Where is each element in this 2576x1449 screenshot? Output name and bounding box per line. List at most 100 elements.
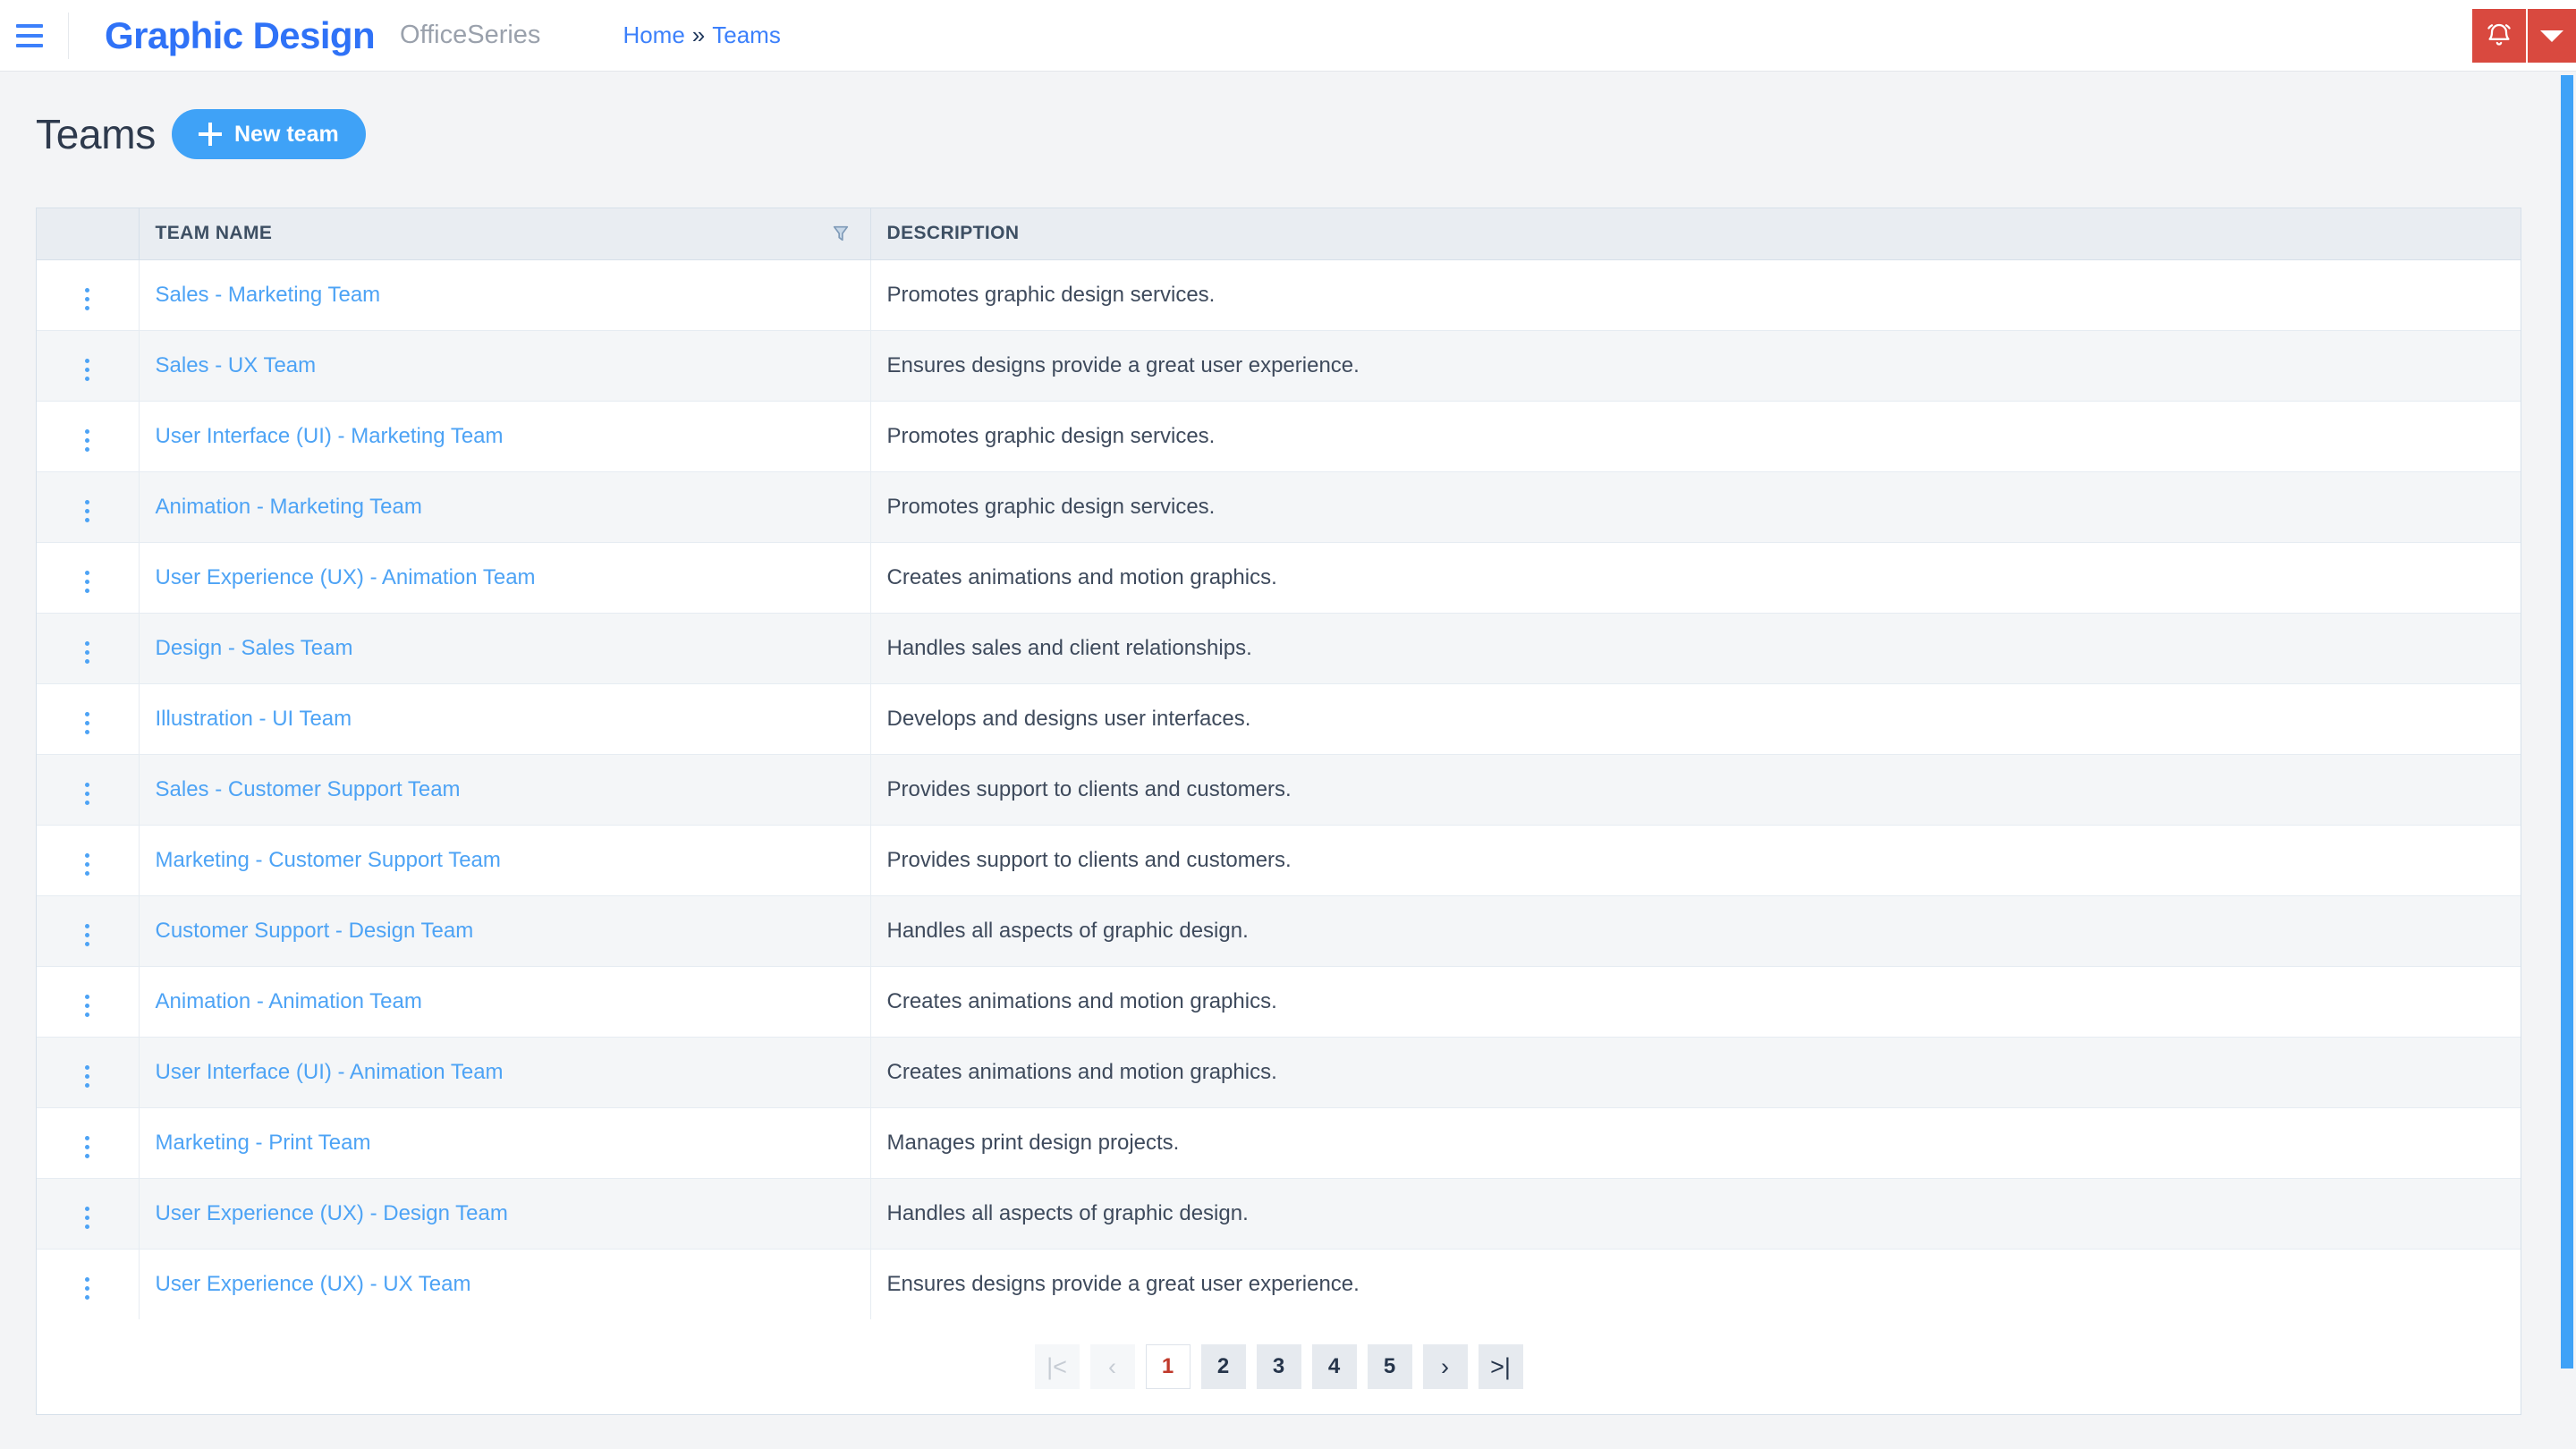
team-name-link[interactable]: Animation - Animation Team — [156, 989, 422, 1013]
row-actions-cell — [37, 1107, 140, 1179]
team-description-cell: Provides support to clients and customer… — [870, 825, 2521, 896]
table-row: User Interface (UI) - Marketing Team Prom… — [37, 401, 2521, 472]
kebab-menu-icon[interactable] — [72, 777, 102, 810]
kebab-menu-icon[interactable] — [72, 1131, 102, 1164]
row-actions-cell — [37, 1037, 140, 1108]
kebab-menu-icon[interactable] — [72, 989, 102, 1022]
kebab-menu-icon[interactable] — [72, 283, 102, 316]
row-actions-cell — [37, 1178, 140, 1250]
table-header-row: TEAM NAME DESCRIPTION — [37, 208, 2521, 260]
kebab-menu-icon[interactable] — [72, 1201, 102, 1234]
team-name-link[interactable]: Marketing - Customer Support Team — [156, 848, 501, 872]
team-name-cell: User Interface (UI) - Marketing Team — [139, 401, 871, 472]
kebab-menu-icon[interactable] — [72, 565, 102, 598]
team-description-cell: Ensures designs provide a great user exp… — [886, 1271, 1360, 1296]
team-name-link[interactable]: User Experience (UX) - Animation Team — [156, 565, 536, 589]
pagination-first-button[interactable]: |< — [1034, 1344, 1080, 1389]
row-actions-cell — [37, 613, 140, 684]
team-name-cell: User Interface (UI) - Animation Team — [139, 1037, 871, 1108]
row-actions-cell — [37, 683, 140, 755]
kebab-menu-icon[interactable] — [72, 424, 102, 457]
team-name-cell: Marketing - Print Team — [139, 1107, 871, 1179]
team-name-cell: User Experience (UX) - Animation Team — [139, 542, 871, 614]
kebab-menu-icon[interactable] — [72, 707, 102, 740]
top-navigation-bar: Graphic Design OfficeSeries Home » Teams — [0, 0, 2576, 72]
row-actions-cell — [37, 330, 140, 402]
team-name-link[interactable]: Customer Support - Design Team — [156, 919, 474, 943]
notification-dropdown-button[interactable] — [2526, 9, 2576, 63]
team-name-link[interactable]: User Interface (UI) - Marketing Team — [156, 424, 504, 448]
team-name-link[interactable]: Design - Sales Team — [156, 636, 353, 660]
table-row: Design - Sales Team Handles sales and cli… — [37, 613, 2521, 684]
team-name-link[interactable]: User Experience (UX) - Design Team — [156, 1201, 508, 1225]
hamburger-menu-icon[interactable] — [0, 0, 59, 72]
row-actions-cell — [37, 966, 140, 1038]
filter-icon[interactable] — [827, 220, 854, 247]
pagination-page-1[interactable]: 1 — [1145, 1344, 1191, 1389]
chevron-down-icon — [2540, 30, 2563, 42]
breadcrumb-link-teams[interactable]: Teams — [712, 21, 781, 49]
pagination-page-2[interactable]: 2 — [1200, 1344, 1246, 1389]
brand-title: Graphic Design — [105, 13, 376, 56]
team-description-cell: Handles all aspects of graphic design. — [870, 1178, 2521, 1250]
new-team-button-label: New team — [234, 121, 339, 147]
team-name-link[interactable]: Animation - Marketing Team — [156, 495, 422, 519]
new-team-button[interactable]: New team — [172, 109, 366, 159]
topbar-divider — [68, 12, 69, 59]
team-name-link[interactable]: Sales - UX Team — [156, 353, 317, 377]
kebab-menu-icon[interactable] — [72, 495, 102, 528]
breadcrumb-link-home[interactable]: Home — [623, 21, 684, 49]
team-description-cell: Develops and designs user interfaces. — [870, 683, 2521, 755]
pagination-last-button[interactable]: >| — [1478, 1344, 1523, 1389]
table-row: Sales - Marketing Team Promotes graphic d… — [37, 259, 2521, 331]
kebab-menu-icon[interactable] — [72, 636, 102, 669]
table-row: Sales - UX Team Ensures designs provide a… — [37, 330, 2521, 402]
kebab-menu-icon[interactable] — [72, 848, 102, 881]
breadcrumb-separator: » — [691, 21, 706, 48]
team-name-cell: Animation - Marketing Team — [139, 471, 871, 543]
hamburger-bar — [16, 43, 43, 47]
row-actions-cell — [37, 401, 140, 472]
table-body: Sales - Marketing Team Promotes graphic d… — [37, 259, 2521, 1319]
row-actions-cell — [37, 471, 140, 543]
row-actions-cell — [37, 754, 140, 826]
team-name-cell: User Experience (UX) - Design Team — [139, 1178, 871, 1250]
team-name-link[interactable]: Sales - Customer Support Team — [156, 777, 461, 801]
pagination-prev-button[interactable]: ‹ — [1089, 1344, 1135, 1389]
table-row: Marketing - Print Team Manages print desi… — [37, 1107, 2521, 1179]
table-row: User Experience (UX) - UX Team Ensures de… — [37, 1249, 2521, 1319]
team-name-link[interactable]: Illustration - UI Team — [156, 707, 352, 731]
kebab-menu-icon[interactable] — [72, 1060, 102, 1093]
table-row: Sales - Customer Support Team Provides su… — [37, 754, 2521, 826]
team-name-link[interactable]: Marketing - Print Team — [156, 1131, 371, 1155]
team-description-cell: Creates animations and motion graphics. — [870, 966, 2521, 1038]
page-scrollbar-thumb[interactable] — [2561, 75, 2573, 1368]
team-name-cell: Illustration - UI Team — [139, 683, 871, 755]
pagination-page-5[interactable]: 5 — [1367, 1344, 1412, 1389]
pagination-page-3[interactable]: 3 — [1256, 1344, 1301, 1389]
table-row: Animation - Animation Team Creates animat… — [37, 966, 2521, 1038]
hamburger-bar — [16, 23, 43, 28]
column-header-description: DESCRIPTION — [870, 208, 2521, 260]
row-actions-cell — [37, 259, 140, 331]
kebab-menu-icon[interactable] — [72, 1272, 102, 1305]
kebab-menu-icon[interactable] — [72, 919, 102, 952]
team-name-cell: Sales - Marketing Team — [139, 259, 871, 331]
team-name-link[interactable]: User Interface (UI) - Animation Team — [156, 1060, 504, 1084]
kebab-menu-icon[interactable] — [72, 353, 102, 386]
table-row: User Experience (UX) - Design Team Handle… — [37, 1178, 2521, 1250]
team-name-link[interactable]: User Experience (UX) - UX Team — [156, 1272, 471, 1296]
page-content: Teams New team TEAM NAME DESCRIPTION Sal… — [0, 72, 2576, 1449]
team-description-cell: Creates animations and motion graphics. — [870, 542, 2521, 614]
pagination-next-button[interactable]: › — [1422, 1344, 1468, 1389]
team-name-link[interactable]: Sales - Marketing Team — [156, 283, 381, 307]
team-description-cell: Promotes graphic design services. — [870, 401, 2521, 472]
team-name-cell: Sales - Customer Support Team — [139, 754, 871, 826]
row-actions-cell — [37, 1249, 140, 1319]
page-header: Teams New team — [36, 109, 366, 159]
column-header-team-name-label: TEAM NAME — [155, 223, 273, 244]
notification-bell-button[interactable] — [2472, 9, 2526, 63]
pagination-page-4[interactable]: 4 — [1311, 1344, 1357, 1389]
team-description-cell: Creates animations and motion graphics. — [870, 1037, 2521, 1108]
table-row: Customer Support - Design Team Handles al… — [37, 895, 2521, 967]
